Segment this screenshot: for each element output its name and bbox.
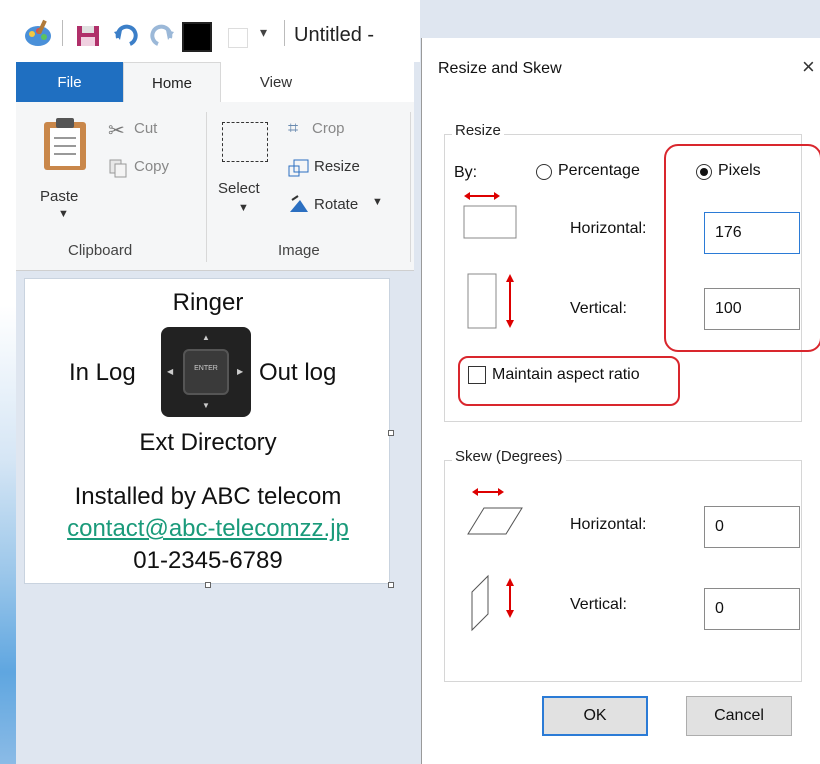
close-icon[interactable]: × — [802, 54, 815, 80]
horizontal-skew-icon — [467, 488, 523, 535]
up-arrow-icon: ▲ — [202, 333, 210, 342]
clipboard-group-label: Clipboard — [68, 242, 133, 259]
skew-vertical-label: Vertical: — [570, 596, 627, 613]
undo-icon[interactable] — [112, 18, 140, 50]
ext-directory-text: Ext Directory — [139, 429, 277, 456]
customize-qat-dropdown-icon[interactable]: ▾ — [260, 24, 267, 56]
skew-horizontal-label: Horizontal: — [570, 516, 647, 533]
percentage-radio[interactable] — [536, 164, 552, 180]
remote-dpad-image: ENTER ▲ ▼ ◀ ▶ — [161, 327, 251, 417]
color2-swatch[interactable] — [228, 28, 248, 48]
dialog-title: Resize and Skew — [438, 60, 562, 77]
ribbon-tabs: File Home View — [16, 62, 414, 103]
by-label: By: — [454, 164, 478, 181]
select-button[interactable]: Select ▼ — [218, 116, 278, 226]
horizontal-resize-icon — [463, 192, 517, 239]
vertical-skew-icon — [471, 574, 514, 632]
cut-label: Cut — [134, 120, 158, 137]
pixels-highlight — [664, 144, 820, 352]
enter-label: ENTER — [194, 365, 218, 372]
ribbon: Paste ▼ ✂ Cut Copy Clipboard Select ▼ ⌗ … — [16, 102, 414, 271]
phone-text: 01-2345-6789 — [133, 547, 283, 574]
paint-app-icon[interactable] — [22, 18, 54, 50]
rotate-dropdown-icon: ▼ — [372, 196, 383, 208]
quick-access-toolbar: ▾ Untitled - — [16, 0, 420, 62]
select-dropdown-icon: ▼ — [238, 202, 249, 214]
desktop-edge — [0, 0, 16, 764]
qat-divider — [284, 20, 285, 46]
ribbon-divider — [410, 112, 411, 262]
copy-label: Copy — [134, 158, 170, 175]
canvas-resize-handle-corner[interactable] — [388, 582, 394, 588]
resize-horizontal-label: Horizontal: — [570, 220, 647, 237]
tab-view[interactable]: View — [226, 62, 326, 102]
down-arrow-icon: ▼ — [202, 401, 210, 410]
email-link[interactable]: contact@abc-telecomzz.jp — [25, 515, 391, 543]
tab-file[interactable]: File — [16, 62, 123, 102]
select-label: Select — [218, 180, 260, 197]
paste-button[interactable]: Paste ▼ — [34, 110, 94, 230]
image-group-label: Image — [278, 242, 320, 259]
aspect-ratio-highlight — [458, 356, 680, 406]
resize-label: Resize — [314, 158, 360, 175]
right-arrow-icon: ▶ — [237, 367, 244, 376]
ribbon-divider — [206, 112, 207, 262]
canvas-resize-handle-bottom[interactable] — [205, 582, 211, 588]
paste-dropdown-icon: ▼ — [58, 208, 69, 220]
clipboard-icon — [44, 118, 86, 170]
paste-label: Paste — [40, 188, 79, 205]
skew-vertical-input[interactable]: 0 — [704, 588, 800, 630]
resize-legend: Resize — [452, 122, 504, 139]
cancel-button[interactable]: Cancel — [686, 696, 792, 736]
redo-icon[interactable] — [148, 18, 176, 50]
installed-by-text: Installed by ABC telecom — [74, 483, 342, 510]
color1-swatch[interactable] — [182, 22, 212, 52]
rotate-icon — [290, 195, 308, 212]
window-title: Untitled - — [294, 24, 375, 46]
percentage-label: Percentage — [558, 162, 640, 179]
in-log-text: In Log — [69, 359, 136, 386]
ok-button[interactable]: OK — [542, 696, 648, 736]
rotate-label: Rotate — [314, 196, 359, 213]
canvas-resize-handle-right[interactable] — [388, 430, 394, 436]
left-arrow-icon: ◀ — [167, 367, 174, 376]
skew-horizontal-input[interactable]: 0 — [704, 506, 800, 548]
ringer-text: Ringer — [172, 289, 244, 316]
skew-legend: Skew (Degrees) — [452, 448, 566, 465]
copy-icon — [109, 159, 127, 178]
drawing-canvas[interactable]: Ringer In Log ENTER ▲ ▼ ◀ ▶ Out log Ext … — [24, 278, 390, 584]
save-icon[interactable] — [74, 18, 102, 50]
crop-label: Crop — [312, 120, 345, 137]
resize-icon — [288, 159, 309, 177]
out-log-text: Out log — [259, 359, 337, 386]
vertical-resize-icon — [467, 273, 514, 329]
scissors-icon: ✂ — [108, 120, 125, 142]
selection-rectangle-icon — [222, 122, 268, 162]
crop-icon: ⌗ — [288, 118, 299, 138]
qat-divider — [62, 20, 63, 46]
resize-vertical-label: Vertical: — [570, 300, 627, 317]
tab-home[interactable]: Home — [123, 62, 221, 103]
